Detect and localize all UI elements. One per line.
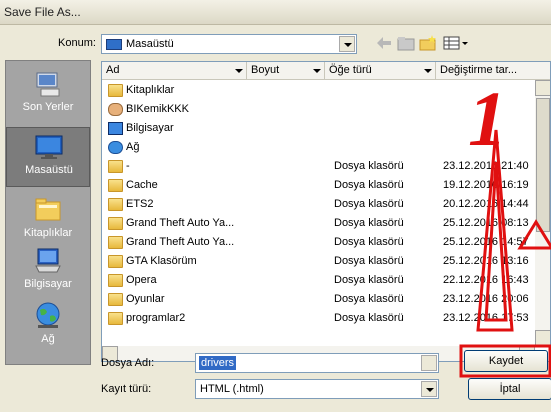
annotation-number: 1 [468, 75, 507, 162]
save-highlight-box [459, 344, 551, 378]
annotation-overlay: 1 [459, 75, 551, 378]
